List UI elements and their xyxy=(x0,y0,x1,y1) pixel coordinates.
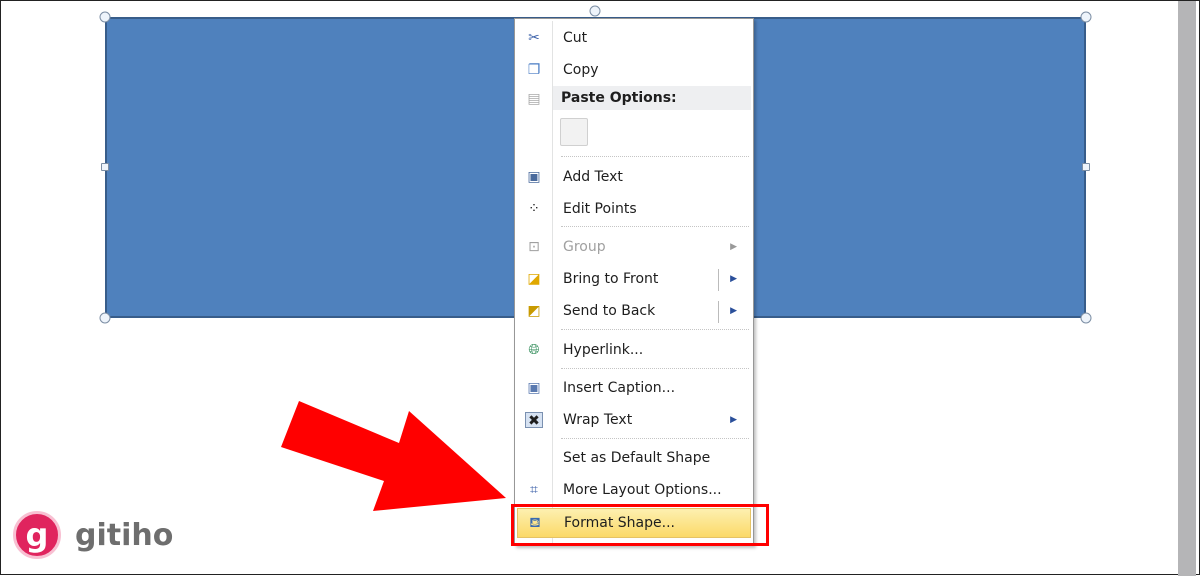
logo-text: gitiho xyxy=(75,517,174,553)
red-arrow-annotation xyxy=(281,401,506,511)
logo-mark: g xyxy=(13,511,61,559)
gitiho-logo: g gitiho xyxy=(13,511,173,559)
arrow-shape xyxy=(281,401,506,511)
